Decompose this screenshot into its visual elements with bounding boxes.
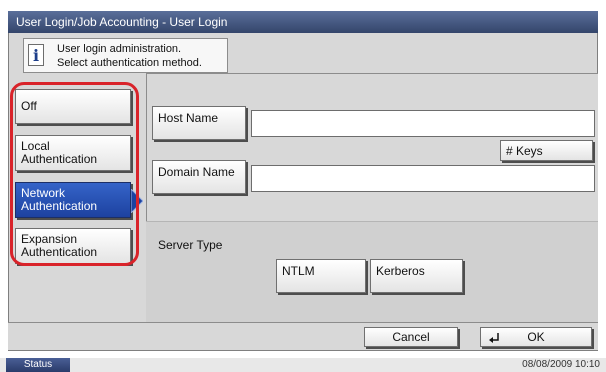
selection-arrow-icon [131,189,143,213]
auth-local-label-2: Authentication [21,152,98,166]
auth-network-button[interactable]: Network Authentication [15,182,131,218]
message-line-2: Select authentication method. [57,57,202,69]
auth-expansion-button[interactable]: Expansion Authentication [15,228,131,264]
keys-label: # Keys [506,143,543,158]
domain-name-button[interactable]: Domain Name [152,160,246,194]
title-bar: User Login/Job Accounting - User Login [8,11,598,33]
message-box: i User login administration. Select auth… [23,38,228,73]
message-line-1: User login administration. [57,43,182,55]
auth-expansion-label-2: Authentication [21,245,98,259]
domain-name-label: Domain Name [158,165,235,179]
auth-off-button[interactable]: Off [15,89,131,124]
ntlm-label: NTLM [282,264,315,278]
ok-label: OK [527,330,545,344]
domain-name-field[interactable] [251,165,595,192]
enter-icon [489,333,499,343]
host-name-button[interactable]: Host Name [152,106,246,140]
status-bar [0,358,606,372]
cancel-label: Cancel [392,330,430,344]
auth-off-label: Off [21,99,37,113]
datetime: 08/08/2009 10:10 [522,359,600,370]
cancel-button[interactable]: Cancel [364,327,458,347]
kerberos-label: Kerberos [376,264,425,278]
host-name-field[interactable] [251,110,595,137]
ok-button[interactable]: OK [480,327,592,347]
auth-local-button[interactable]: Local Authentication [15,135,131,171]
host-name-label: Host Name [158,111,219,125]
ntlm-button[interactable]: NTLM [276,259,366,293]
info-icon: i [28,44,44,66]
auth-network-label-2: Authentication [21,199,98,213]
keys-button[interactable]: # Keys [500,140,593,161]
status-button[interactable]: Status [6,358,70,372]
server-type-label: Server Type [158,238,223,252]
screen: User Login/Job Accounting - User Login i… [0,0,606,372]
kerberos-button[interactable]: Kerberos [370,259,463,293]
